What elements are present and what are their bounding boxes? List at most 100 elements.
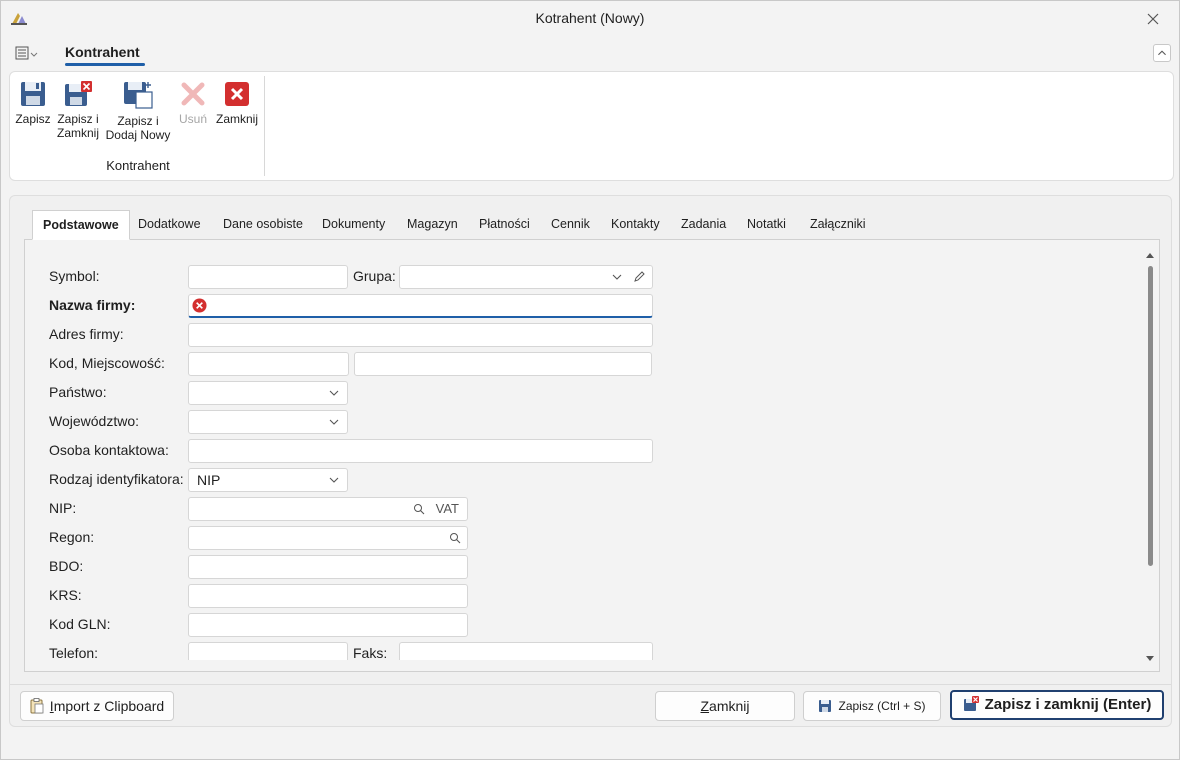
ribbon-delete-button[interactable]: Usuń [176,80,210,126]
save-close-icon [963,696,979,711]
content-panel: Podstawowe Dodatkowe Dane osobiste Dokum… [9,195,1172,727]
regon-label: Regon: [49,529,95,545]
ribbon-tab-bar: Kontrahent [1,39,1179,69]
telefon-label: Telefon: [49,645,99,661]
faks-input[interactable] [399,642,653,660]
symbol-input[interactable] [188,265,348,289]
tab-notatki[interactable]: Notatki [737,210,796,240]
ribbon-save-new-button[interactable]: Zapisz i Dodaj Nowy [104,80,172,142]
vat-check-button[interactable]: VAT [436,501,459,516]
kod-gln-label: Kod GLN: [49,616,111,632]
delete-icon [181,82,205,106]
tab-platnosci[interactable]: Płatności [469,210,540,240]
title-bar: Kotrahent (Nowy) [1,1,1179,37]
nip-label: NIP: [49,500,77,516]
chevron-down-icon[interactable] [329,388,339,398]
symbol-label: Symbol: [49,268,100,284]
rodzaj-identyfikatora-value: NIP [197,472,221,488]
import-clipboard-button[interactable]: Import z Clipboard [20,691,174,721]
nazwa-firmy-label: Nazwa firmy: [49,297,136,313]
ribbon-save-close-label: Zapisz i Zamknij [56,112,99,140]
tab-zadania[interactable]: Zadania [671,210,736,240]
kod-input[interactable] [188,352,349,376]
telefon-input[interactable] [188,642,348,660]
ribbon-group-label: Kontrahent [106,158,170,173]
save-close-icon [65,81,92,106]
dialog-window: Kotrahent (Nowy) Kontrahent Zapisz Zapis… [0,0,1180,760]
osoba-kontaktowa-label: Osoba kontaktowa: [49,442,169,458]
faks-label: Faks: [353,645,388,661]
scroll-down-icon[interactable] [1146,654,1154,662]
kod-gln-input[interactable] [188,613,468,637]
import-clipboard-label: mport z Clipboard [53,698,165,714]
window-close-icon[interactable] [1143,9,1163,29]
tab-cennik[interactable]: Cennik [541,210,600,240]
tab-kontakty[interactable]: Kontakty [601,210,670,240]
grupa-label: Grupa: [353,268,396,284]
adres-firmy-label: Adres firmy: [49,326,124,342]
tab-podstawowe[interactable]: Podstawowe [32,210,130,240]
krs-input[interactable] [188,584,468,608]
save-new-icon [124,82,153,109]
ribbon-delete-label: Usuń [178,112,207,126]
save-and-close-label: Zapisz i zamknij (Enter) [984,696,1152,713]
tab-dokumenty[interactable]: Dokumenty [312,210,395,240]
miejscowosc-input[interactable] [354,352,652,376]
clipboard-icon [30,698,44,714]
nazwa-firmy-input[interactable] [188,294,653,318]
rodzaj-identyfikatora-label: Rodzaj identyfikatora: [49,471,184,487]
close-red-icon [225,82,249,106]
krs-label: KRS: [49,587,82,603]
ribbon-save-new-label: Zapisz i Dodaj Nowy [105,114,171,142]
scroll-up-icon[interactable] [1146,252,1154,260]
chevron-down-icon[interactable] [612,272,622,282]
ribbon-panel: Zapisz Zapisz i Zamknij Zapisz i Dodaj N… [9,71,1174,181]
ribbon-save-label: Zapisz [15,112,51,126]
ribbon-group-separator [264,76,265,176]
wojewodztwo-label: Województwo: [49,413,140,429]
scroll-thumb[interactable] [1148,266,1153,566]
panstwo-select[interactable] [188,381,348,405]
chevron-down-icon[interactable] [329,475,339,485]
bdo-label: BDO: [49,558,84,574]
save-and-close-button[interactable]: Zapisz i zamknij (Enter) [950,690,1164,720]
window-title: Kotrahent (Nowy) [535,10,645,26]
kod-miejscowosc-label: Kod, Miejscowość: [49,355,165,371]
rodzaj-identyfikatora-select[interactable]: NIP [188,468,348,492]
close-label: amknij [709,698,750,714]
save-icon [819,700,832,712]
close-button[interactable]: Zamknij [655,691,795,721]
ribbon-collapse-icon[interactable] [1153,44,1171,62]
wojewodztwo-select[interactable] [188,410,348,434]
ribbon-close-label: Zamknij [215,112,258,126]
ribbon-close-button[interactable]: Zamknij [214,80,260,126]
nip-input[interactable]: VAT [188,497,468,521]
tab-panel-podstawowe: Symbol: Grupa: Nazwa firmy: Adres firmy:… [24,239,1160,672]
search-icon[interactable] [449,532,461,544]
chevron-down-icon[interactable] [329,417,339,427]
ribbon-tab-kontrahent[interactable]: Kontrahent [65,44,140,60]
save-icon [21,82,45,106]
ribbon-tab-indicator [65,63,145,66]
vertical-scrollbar[interactable] [1145,252,1155,662]
regon-input[interactable] [188,526,468,550]
tab-dane-osobiste[interactable]: Dane osobiste [213,210,313,240]
save-label: Zapisz (Ctrl + S) [838,699,926,713]
grupa-select[interactable] [399,265,653,289]
footer-separator [10,684,1171,685]
tab-dodatkowe[interactable]: Dodatkowe [128,210,211,240]
ribbon-menu-icon[interactable] [15,45,39,61]
panstwo-label: Państwo: [49,384,107,400]
search-icon[interactable] [413,503,425,515]
bdo-input[interactable] [188,555,468,579]
adres-firmy-input[interactable] [188,323,653,347]
ribbon-save-button[interactable]: Zapisz [14,80,52,126]
error-icon [192,298,207,313]
tab-zalaczniki[interactable]: Załączniki [800,210,876,240]
close-mnemonic: Z [700,698,710,714]
tab-magazyn[interactable]: Magazyn [397,210,468,240]
ribbon-save-close-button[interactable]: Zapisz i Zamknij [54,80,102,140]
osoba-kontaktowa-input[interactable] [188,439,653,463]
pencil-icon[interactable] [632,270,646,284]
save-button[interactable]: Zapisz (Ctrl + S) [803,691,941,721]
